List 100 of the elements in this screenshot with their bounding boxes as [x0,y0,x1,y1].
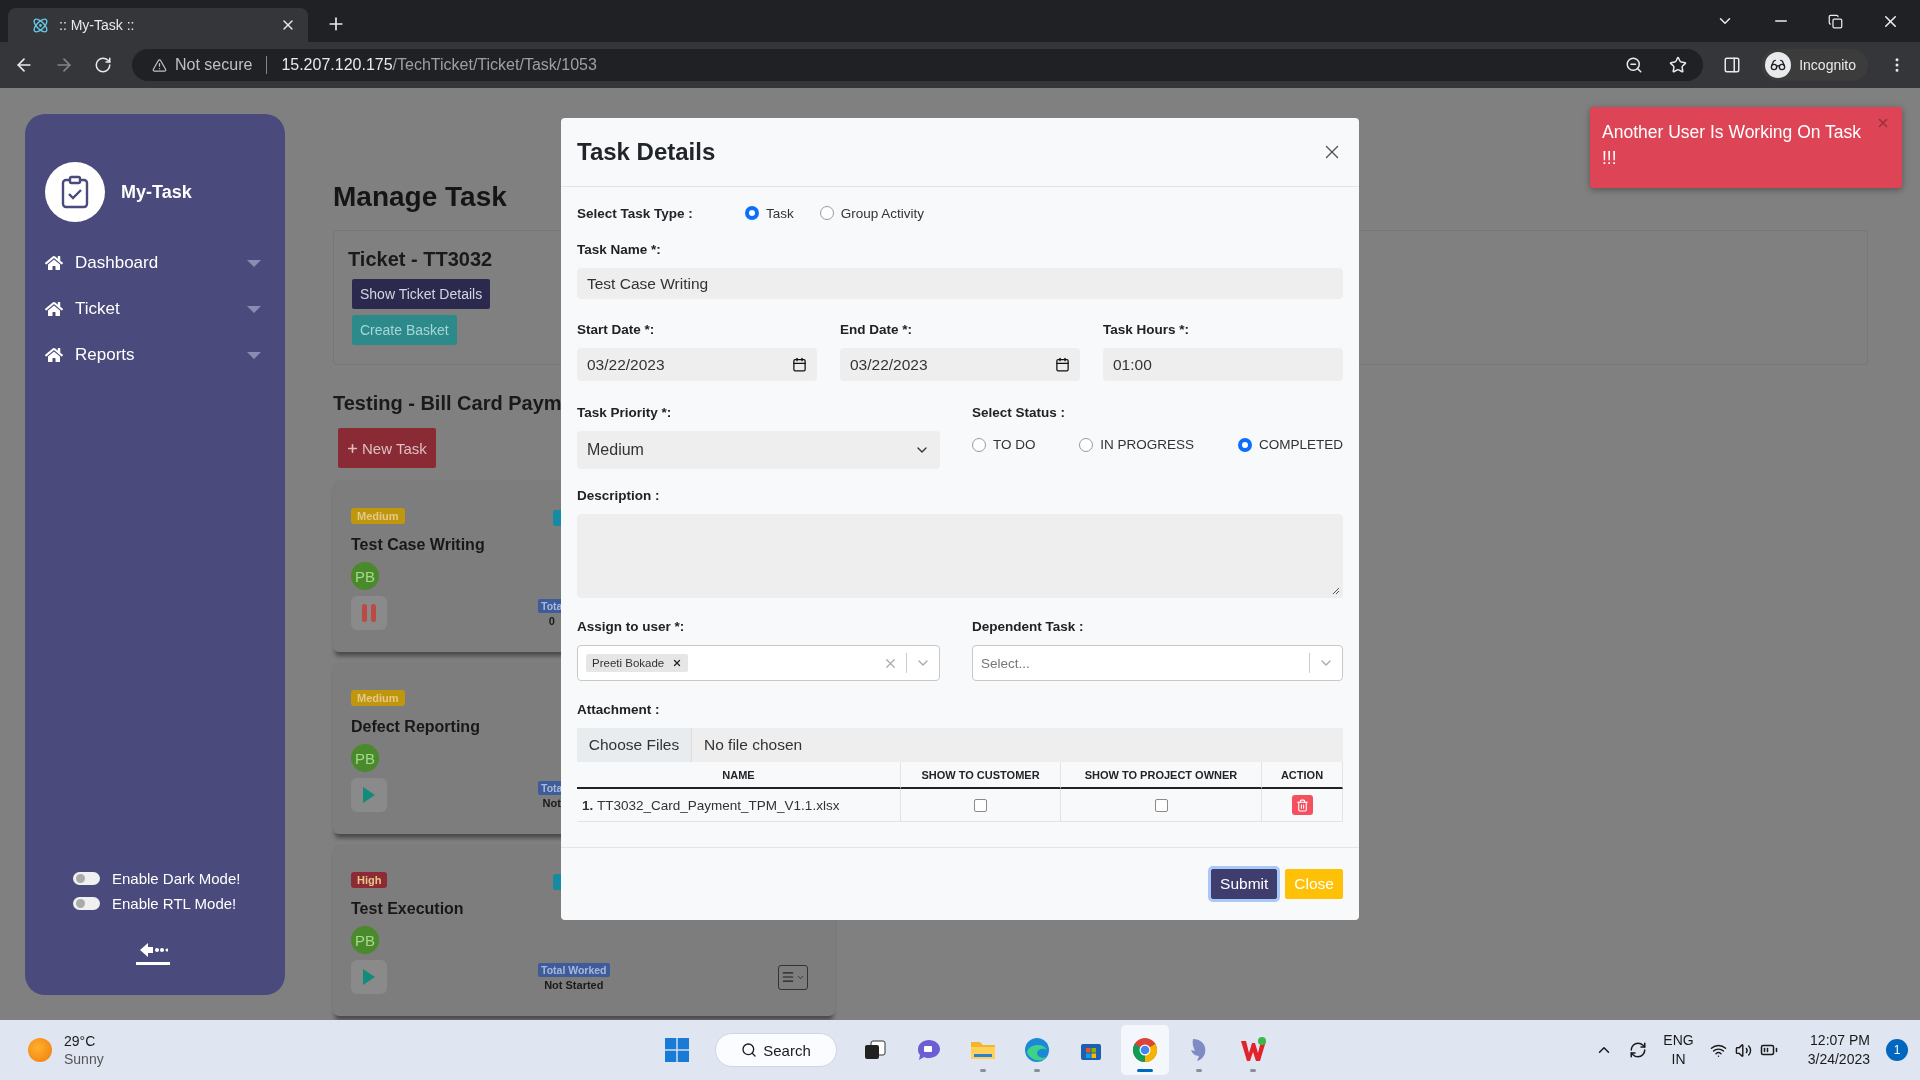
task-hours-field[interactable]: 01:00 [1103,348,1343,381]
toggle-switch[interactable] [73,872,100,885]
address-bar[interactable]: Not secure 15.207.120.175/TechTicket/Ticket/Task/1053 [132,49,1704,81]
zoom-out-icon[interactable] [1625,56,1644,74]
warning-icon [152,57,167,73]
caret-icon [247,351,261,359]
clock[interactable]: 12:07 PM 3/24/2023 [1807,1031,1870,1069]
browser-icon [1132,1037,1158,1063]
user-tag: Preeti Bokade [586,654,689,672]
toggle-switch[interactable] [73,897,100,910]
menu-button[interactable] [778,964,808,990]
star-icon[interactable] [1669,56,1688,74]
field-label: Task Name *: [577,242,662,258]
radio-button[interactable] [1079,437,1094,452]
new-task-button[interactable]: New Task [338,428,436,468]
toast-message: Another User Is Working On Task !!! [1602,122,1862,168]
pause-icon [361,603,377,623]
collapse-icon[interactable] [136,942,170,965]
task-title: Defect Reporting [351,718,480,736]
sun-icon [28,1038,52,1062]
calendar-icon[interactable] [792,357,807,372]
caret-icon [247,305,261,313]
restore-icon[interactable] [1828,13,1843,29]
radio-label: IN PROGRESS [1100,437,1195,452]
field-label: Attachment : [577,702,661,718]
nav-item[interactable]: Dashboard [45,240,261,286]
column-header: ACTION [1262,762,1343,789]
start-date-field[interactable]: 03/22/2023 [577,348,817,381]
reload-icon[interactable] [94,56,112,74]
ticket-title: Ticket - TT3032 [348,247,493,272]
priority-badge: High [351,872,388,888]
incognito-icon [1765,52,1792,78]
show-details-button[interactable]: Show Ticket Details [352,279,491,309]
field-label: Assign to user *: [577,619,686,635]
side-panel-icon[interactable] [1723,56,1742,74]
chat-icon [916,1038,942,1062]
language-indicator[interactable]: ENG IN [1663,1031,1694,1069]
user-avatar: PB [351,744,379,772]
caret-icon [247,259,261,267]
nav-item[interactable]: Ticket [45,286,261,332]
radio-label: COMPLETED [1259,437,1343,452]
speaker-icon[interactable] [1734,1041,1752,1059]
description-field[interactable] [577,514,1343,598]
dialog-title: Task Details [577,138,717,166]
url-path: /TechTicket/Ticket/Task/1053 [392,56,597,74]
radio-button[interactable] [1238,437,1252,452]
field-label: Start Date *: [577,322,656,338]
dependent-task-select[interactable]: Select... [972,645,1343,681]
worked-value: Not [542,797,561,809]
profile-button[interactable]: Incognito [1761,49,1868,81]
temperature: 29°C [64,1032,97,1050]
column-header: SHOW TO CUSTOMER [901,762,1061,789]
nav-item[interactable]: Reports [45,332,261,378]
end-date-field[interactable]: 03/22/2023 [840,348,1080,381]
file-status: No file chosen [703,736,803,754]
sync-icon[interactable] [1629,1041,1648,1059]
assign-user-select[interactable]: Preeti Bokade [577,645,940,681]
radio-button[interactable] [972,437,986,452]
radio-label: Group Activity [840,205,925,221]
checkbox[interactable] [974,798,987,812]
radio-button[interactable] [819,206,834,220]
resize-grip-icon[interactable] [1332,587,1340,595]
home-icon [45,254,63,272]
radio-label: TO DO [993,437,1036,452]
search-box[interactable]: Search [715,1033,837,1067]
clipboard-icon [45,162,105,222]
choose-files-button[interactable]: Choose Files [577,728,692,762]
column-header: SHOW TO PROJECT OWNER [1061,762,1262,789]
column-header: NAME [577,762,901,789]
play-icon [362,968,376,986]
delete-button[interactable] [1291,795,1313,815]
field-label: Task Hours *: [1103,322,1191,338]
calendar-icon[interactable] [1055,357,1070,372]
weather-condition: Sunny [64,1050,104,1068]
notification-badge[interactable]: 1 [1886,1039,1908,1061]
page-title: Manage Task [333,180,507,214]
security-label: Not secure [175,56,253,74]
atom-icon [32,16,49,34]
brand-name: My-Task [121,181,192,203]
submit-button[interactable]: Submit [1211,869,1278,899]
plus-icon [346,441,359,455]
priority-badge: Medium [351,690,405,706]
task-name-field[interactable]: Test Case Writing [577,268,1343,299]
play-icon [362,786,376,804]
remove-icon[interactable] [672,658,683,668]
radio-button[interactable] [745,206,759,220]
home-icon [45,346,63,364]
toggle-label: Enable Dark Mode! [112,870,241,887]
search-icon [741,1042,758,1058]
browser-tab[interactable]: :: My-Task :: [8,8,308,42]
field-label: End Date *: [840,322,913,338]
field-label: Task Priority *: [577,405,673,421]
worked-value: Not Started [544,979,604,991]
office-icon [1239,1037,1267,1063]
priority-badge: Medium [351,508,405,524]
field-label: Dependent Task : [972,619,1085,635]
priority-select[interactable]: Medium [577,431,940,469]
file-name-cell: 1. TT3032_Card_Payment_TPM_V1.1.xlsx [577,789,901,822]
checkbox[interactable] [1154,798,1168,812]
field-label: Select Task Type : [577,205,694,221]
